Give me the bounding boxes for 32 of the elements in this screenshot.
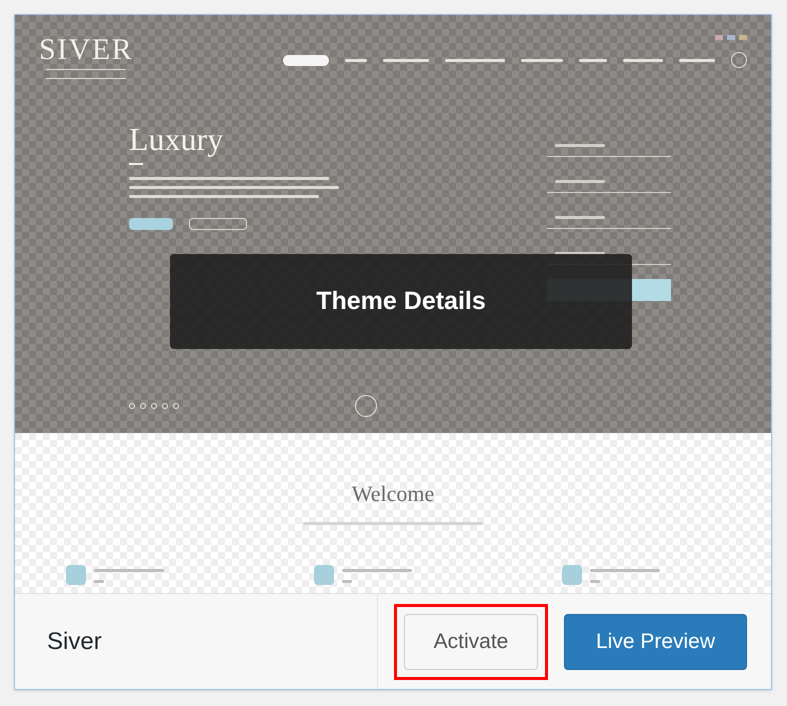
nav-link-bar[interactable] (521, 58, 563, 62)
section-title: Welcome (352, 480, 434, 508)
theme-details-overlay[interactable]: Theme Details (170, 254, 632, 349)
feature-icon (66, 565, 86, 585)
nav-link-bar[interactable] (383, 58, 429, 62)
illegible-text-bar (590, 569, 660, 572)
illegible-text-bar (94, 569, 164, 572)
activate-button[interactable]: Activate (404, 614, 538, 670)
illegible-text-bar (590, 580, 600, 583)
nav-link-bar[interactable] (345, 58, 367, 62)
nav-pill[interactable] (283, 54, 329, 66)
hero-title: Luxury (129, 123, 224, 155)
illegible-text-bar (342, 569, 412, 572)
feature-icon (562, 565, 582, 585)
search-icon[interactable] (731, 52, 747, 68)
nav-link-bar[interactable] (679, 58, 715, 62)
live-preview-button[interactable]: Live Preview (564, 614, 747, 670)
hero-outline-button-shape[interactable] (189, 218, 247, 230)
feature-icon (314, 565, 334, 585)
logo-ornament-icon (46, 69, 126, 79)
hero-button-shape[interactable] (129, 218, 173, 230)
site-logo: SIVER (39, 35, 134, 65)
nav-link-bar[interactable] (579, 58, 607, 62)
scroll-down-icon[interactable] (355, 395, 377, 417)
illegible-text-bar (555, 180, 605, 183)
nav-link-bar[interactable] (445, 58, 505, 62)
illegible-text-bar (555, 216, 605, 219)
illegible-text-bar (342, 580, 352, 583)
illegible-text-bar (94, 580, 104, 583)
theme-name: Siver (46, 626, 103, 656)
nav-link-bar[interactable] (623, 58, 663, 62)
illegible-text-bar (555, 144, 605, 147)
